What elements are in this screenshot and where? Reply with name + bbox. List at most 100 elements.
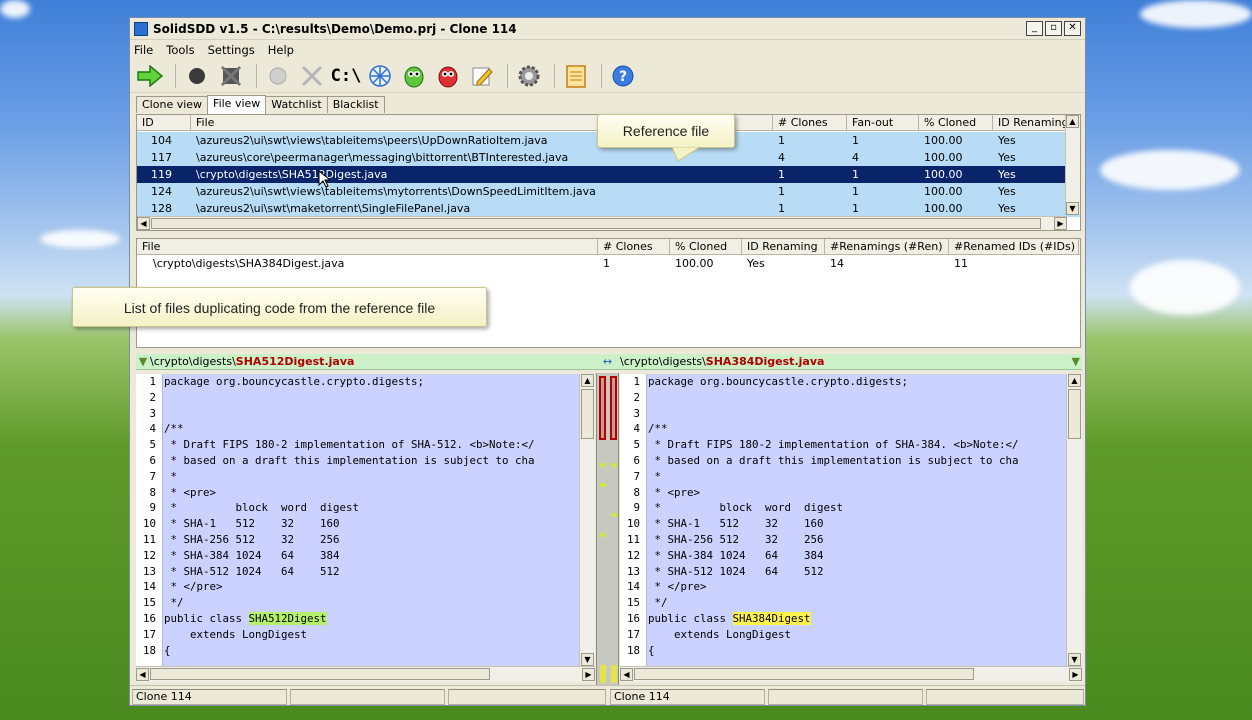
minimize-button[interactable]: _ [1026,21,1043,36]
scroll-right-arrow[interactable]: ▶ [1069,668,1082,681]
tab-clone-view[interactable]: Clone view [136,96,209,113]
cancel-button[interactable] [216,62,246,90]
scroll-thumb[interactable] [151,218,1041,229]
edit-button[interactable] [467,62,497,90]
cell-clones: 1 [778,185,785,198]
scroll-left-arrow[interactable]: ◀ [136,668,149,681]
record-button[interactable] [263,62,293,90]
col-clones[interactable]: # Clones [773,115,847,130]
run-button[interactable] [135,62,165,90]
menu-tools[interactable]: Tools [166,43,194,57]
scroll-left-arrow[interactable]: ◀ [620,668,633,681]
path-button[interactable]: C:\ [330,62,362,90]
cell-fanout: 1 [852,134,859,147]
chevron-down-icon[interactable]: ▼ [136,354,150,369]
hide-clones-button[interactable] [433,62,463,90]
code-line: 18 { [136,643,579,659]
clone-overview-strip[interactable] [596,373,619,685]
col-clones[interactable]: # Clones [598,239,670,254]
record-icon [269,67,287,84]
col-id-renaming[interactable]: ID Renaming [742,239,825,254]
right-path-prefix: \crypto\digests\ [620,355,706,368]
line-number: 13 [626,564,640,578]
table-row[interactable]: \crypto\digests\SHA384Digest.java 1 100.… [137,255,1080,272]
left-vscroll[interactable]: ▲ ▼ [579,374,595,666]
scroll-down-arrow[interactable]: ▼ [1068,653,1081,666]
scroll-thumb[interactable] [634,668,974,680]
table-row[interactable]: 117 \azureus\core\peermanager\messaging\… [137,149,1080,166]
settings-button[interactable] [514,62,544,90]
file-table-hscroll[interactable]: ◀ ▶ [137,216,1067,230]
scroll-thumb[interactable] [581,389,594,439]
line-number: 16 [626,611,640,625]
close-button[interactable]: ✕ [1064,21,1081,36]
table-row[interactable]: 128 \azureus2\ui\swt\maketorrent\SingleF… [137,200,1080,217]
col-fanout[interactable]: Fan-out [847,115,919,130]
col-id[interactable]: ID [137,115,191,130]
line-text: * [164,469,178,483]
line-text [160,390,164,406]
tab-watchlist[interactable]: Watchlist [265,96,328,113]
left-hscroll[interactable]: ◀ ▶ [136,666,595,682]
help-button[interactable]: ? [608,62,638,90]
scroll-thumb[interactable] [150,668,490,680]
code-lines: 1 package org.bouncycastle.crypto.digests… [136,374,579,658]
line-number: 1 [149,375,156,388]
stop-button[interactable] [182,62,212,90]
scroll-up-arrow[interactable]: ▲ [1068,374,1081,387]
sync-scroll-bar[interactable]: ↔ [595,354,620,370]
line-text: public class SHA512Digest [164,611,327,625]
line-number: 7 [633,469,640,483]
cloud [40,230,120,248]
title-bar[interactable]: SolidSDD v1.5 - C:\results\Demo\Demo.prj… [130,18,1085,40]
clear-button[interactable] [297,62,327,90]
col-id-renaming[interactable]: ID Renaming [993,115,1067,130]
line-text: * Draft FIPS 180-2 implementation of SHA… [648,438,1019,452]
table-row[interactable]: 124 \azureus2\ui\swt\views\tableitems\my… [137,183,1080,200]
col-renamings[interactable]: #Renamings (#Ren) [825,239,949,254]
file-table-vscroll[interactable]: ▲ ▼ [1065,115,1080,215]
tab-file-view[interactable]: File view [207,95,267,114]
right-hscroll[interactable]: ◀ ▶ [620,666,1082,682]
scroll-up-arrow[interactable]: ▲ [1066,115,1079,128]
cell-id: 124 [151,185,172,198]
scroll-thumb[interactable] [1068,389,1081,439]
line-text: extends LongDigest [164,627,308,641]
cell-id-renaming: Yes [998,168,1016,181]
scroll-left-arrow[interactable]: ◀ [137,217,150,230]
line-number: 5 [633,438,640,452]
snowflake-button[interactable] [365,62,395,90]
col-renamed-ids[interactable]: #Renamed IDs (#IDs) [949,239,1079,254]
left-code-view[interactable]: 1 package org.bouncycastle.crypto.digests… [136,374,579,666]
menu-help[interactable]: Help [268,43,294,57]
menu-settings[interactable]: Settings [208,43,255,57]
table-row-selected[interactable]: 119 \crypto\digests\SHA512Digest.java 1 … [137,166,1080,183]
code-line: 6 * based on a draft this implementation… [620,453,1066,469]
maximize-button[interactable]: ▫ [1045,21,1062,36]
scroll-right-arrow[interactable]: ▶ [582,668,595,681]
clone-region-marker [611,463,617,467]
app-icon [134,21,148,36]
line-text: extends LongDigest [648,627,792,641]
show-clones-button[interactable] [399,62,429,90]
scroll-down-arrow[interactable]: ▼ [1066,202,1079,215]
run-arrow-icon [137,64,163,87]
scroll-up-arrow[interactable]: ▲ [581,374,594,387]
notes-button[interactable] [561,62,591,90]
code-line: 16 public class SHA512Digest [136,611,579,627]
right-code-view[interactable]: 1 package org.bouncycastle.crypto.digests… [620,374,1066,666]
window-title: SolidSDD v1.5 - C:\results\Demo\Demo.prj… [153,21,517,36]
scroll-down-arrow[interactable]: ▼ [581,653,594,666]
menu-file[interactable]: File [134,43,153,57]
tab-blacklist[interactable]: Blacklist [326,96,385,113]
col-cloned[interactable]: % Cloned [919,115,993,130]
cell-renamings: 14 [830,257,844,270]
chevron-down-icon[interactable]: ▼ [1072,354,1080,369]
line-text: * SHA-1 512 32 160 [164,517,340,531]
path-icon: C:\ [330,65,362,86]
col-file[interactable]: File [137,239,598,254]
scroll-right-arrow[interactable]: ▶ [1054,217,1067,230]
right-vscroll[interactable]: ▲ ▼ [1066,374,1082,666]
notes-icon [566,64,586,88]
col-cloned[interactable]: % Cloned [670,239,742,254]
